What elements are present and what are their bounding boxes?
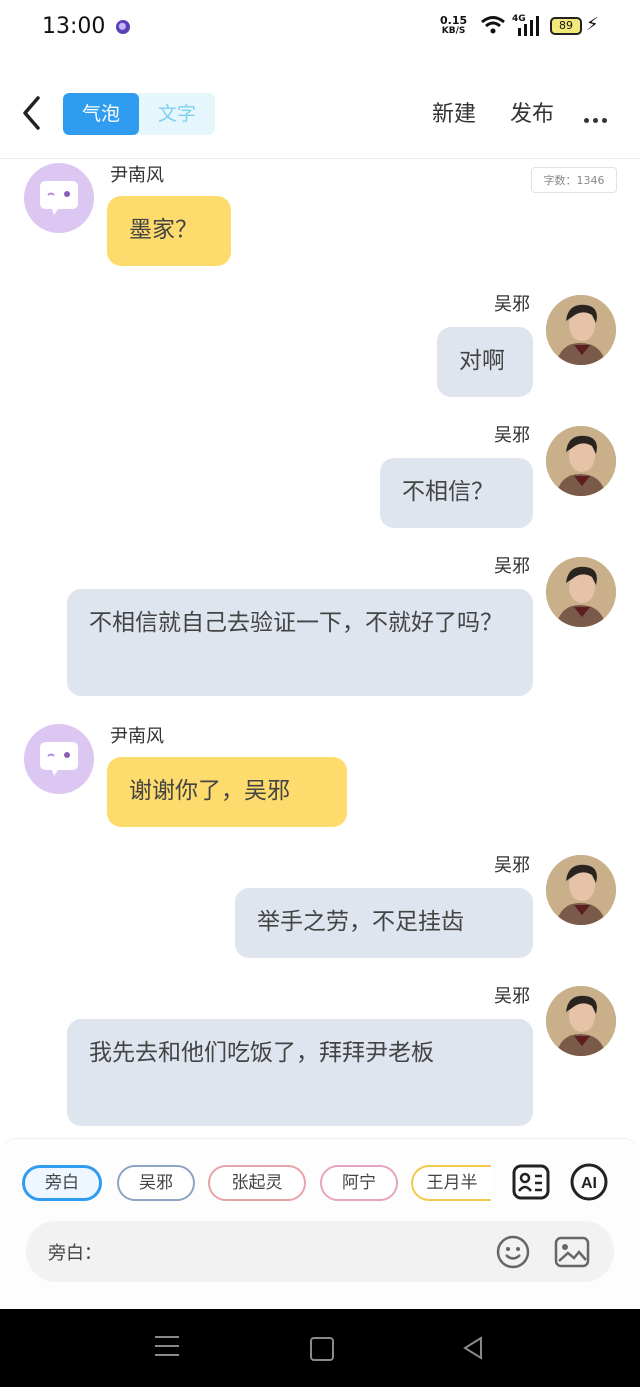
- sender-name: 吴邪: [494, 986, 530, 1007]
- character-chip-narrator[interactable]: 旁白: [22, 1165, 102, 1201]
- character-chip-a-ning[interactable]: 阿宁: [320, 1165, 398, 1201]
- image-icon[interactable]: [554, 1235, 590, 1269]
- charging-icon: ⚡: [586, 14, 599, 35]
- character-list-icon[interactable]: [511, 1162, 551, 1202]
- system-navigation-bar: [0, 1309, 640, 1387]
- portrait-photo: [546, 855, 616, 925]
- portrait-photo: [546, 986, 616, 1056]
- nav-back-icon[interactable]: [462, 1336, 484, 1360]
- avatar-wu-xie[interactable]: [546, 986, 616, 1056]
- message-bubble[interactable]: 我先去和他们吃饭了，拜拜尹老板: [67, 1019, 533, 1126]
- svg-text:AI: AI: [581, 1175, 597, 1192]
- sender-name: 尹南风: [110, 165, 164, 186]
- avatar-yin-nanfeng[interactable]: [24, 163, 94, 233]
- ai-assist-icon[interactable]: AI: [569, 1162, 609, 1202]
- portrait-photo: [546, 557, 616, 627]
- publish-button[interactable]: 发布: [510, 96, 554, 128]
- word-count-badge: 字数：1346: [531, 167, 617, 193]
- character-chip-zhang-qiling[interactable]: 张起灵: [208, 1165, 306, 1201]
- message-input-bar[interactable]: 旁白：: [26, 1221, 614, 1282]
- message-bubble[interactable]: 举手之劳，不足挂齿: [235, 888, 533, 958]
- recent-apps-icon[interactable]: [155, 1336, 179, 1360]
- back-arrow-icon[interactable]: [18, 94, 48, 132]
- portrait-photo: [546, 426, 616, 496]
- top-toolbar: 气泡 文字 新建 发布: [0, 80, 640, 146]
- avatar-yin-nanfeng[interactable]: [24, 724, 94, 794]
- mode-switch: 气泡 文字: [63, 93, 215, 135]
- message-bubble[interactable]: 不相信？: [380, 458, 533, 528]
- app-notification-icon: [116, 20, 130, 34]
- avatar-wu-xie[interactable]: [546, 855, 616, 925]
- emoji-icon[interactable]: [496, 1235, 530, 1269]
- sender-name: 吴邪: [494, 294, 530, 315]
- more-options-icon[interactable]: [584, 108, 614, 123]
- battery-indicator: 89: [550, 17, 582, 35]
- character-chip-wu-xie[interactable]: 吴邪: [117, 1165, 195, 1201]
- wifi-icon: [481, 16, 505, 34]
- avatar-wu-xie[interactable]: [546, 295, 616, 365]
- network-speed-unit: KB/S: [441, 26, 466, 36]
- new-button[interactable]: 新建: [432, 96, 476, 128]
- sender-name: 吴邪: [494, 556, 530, 577]
- network-speed-value: 0.15: [440, 14, 468, 27]
- input-speaker-label: 旁白：: [48, 1243, 102, 1264]
- portrait-photo: [546, 295, 616, 365]
- sender-name: 尹南风: [110, 726, 164, 747]
- status-time: 13:00: [42, 14, 106, 39]
- tab-text[interactable]: 文字: [139, 93, 215, 135]
- header-divider: [0, 158, 640, 159]
- message-bubble[interactable]: 不相信就自己去验证一下，不就好了吗？: [67, 589, 533, 696]
- chat-bubble-face-icon: [40, 742, 78, 776]
- message-bubble[interactable]: 对啊: [437, 327, 533, 397]
- chat-bubble-face-icon: [40, 181, 78, 215]
- message-bubble[interactable]: 谢谢你了，吴邪: [107, 757, 347, 827]
- tab-bubble[interactable]: 气泡: [63, 93, 139, 135]
- avatar-wu-xie[interactable]: [546, 557, 616, 627]
- status-bar: 13:00 0.15 KB/S 4G 89 ⚡: [0, 0, 640, 56]
- message-bubble[interactable]: 墨家？: [107, 196, 231, 266]
- network-speed: 0.15 KB/S: [440, 15, 467, 37]
- character-chip-wang-yueban[interactable]: 王月半: [411, 1165, 491, 1201]
- avatar-wu-xie[interactable]: [546, 426, 616, 496]
- home-icon[interactable]: [310, 1337, 334, 1361]
- sender-name: 吴邪: [494, 425, 530, 446]
- sender-name: 吴邪: [494, 855, 530, 876]
